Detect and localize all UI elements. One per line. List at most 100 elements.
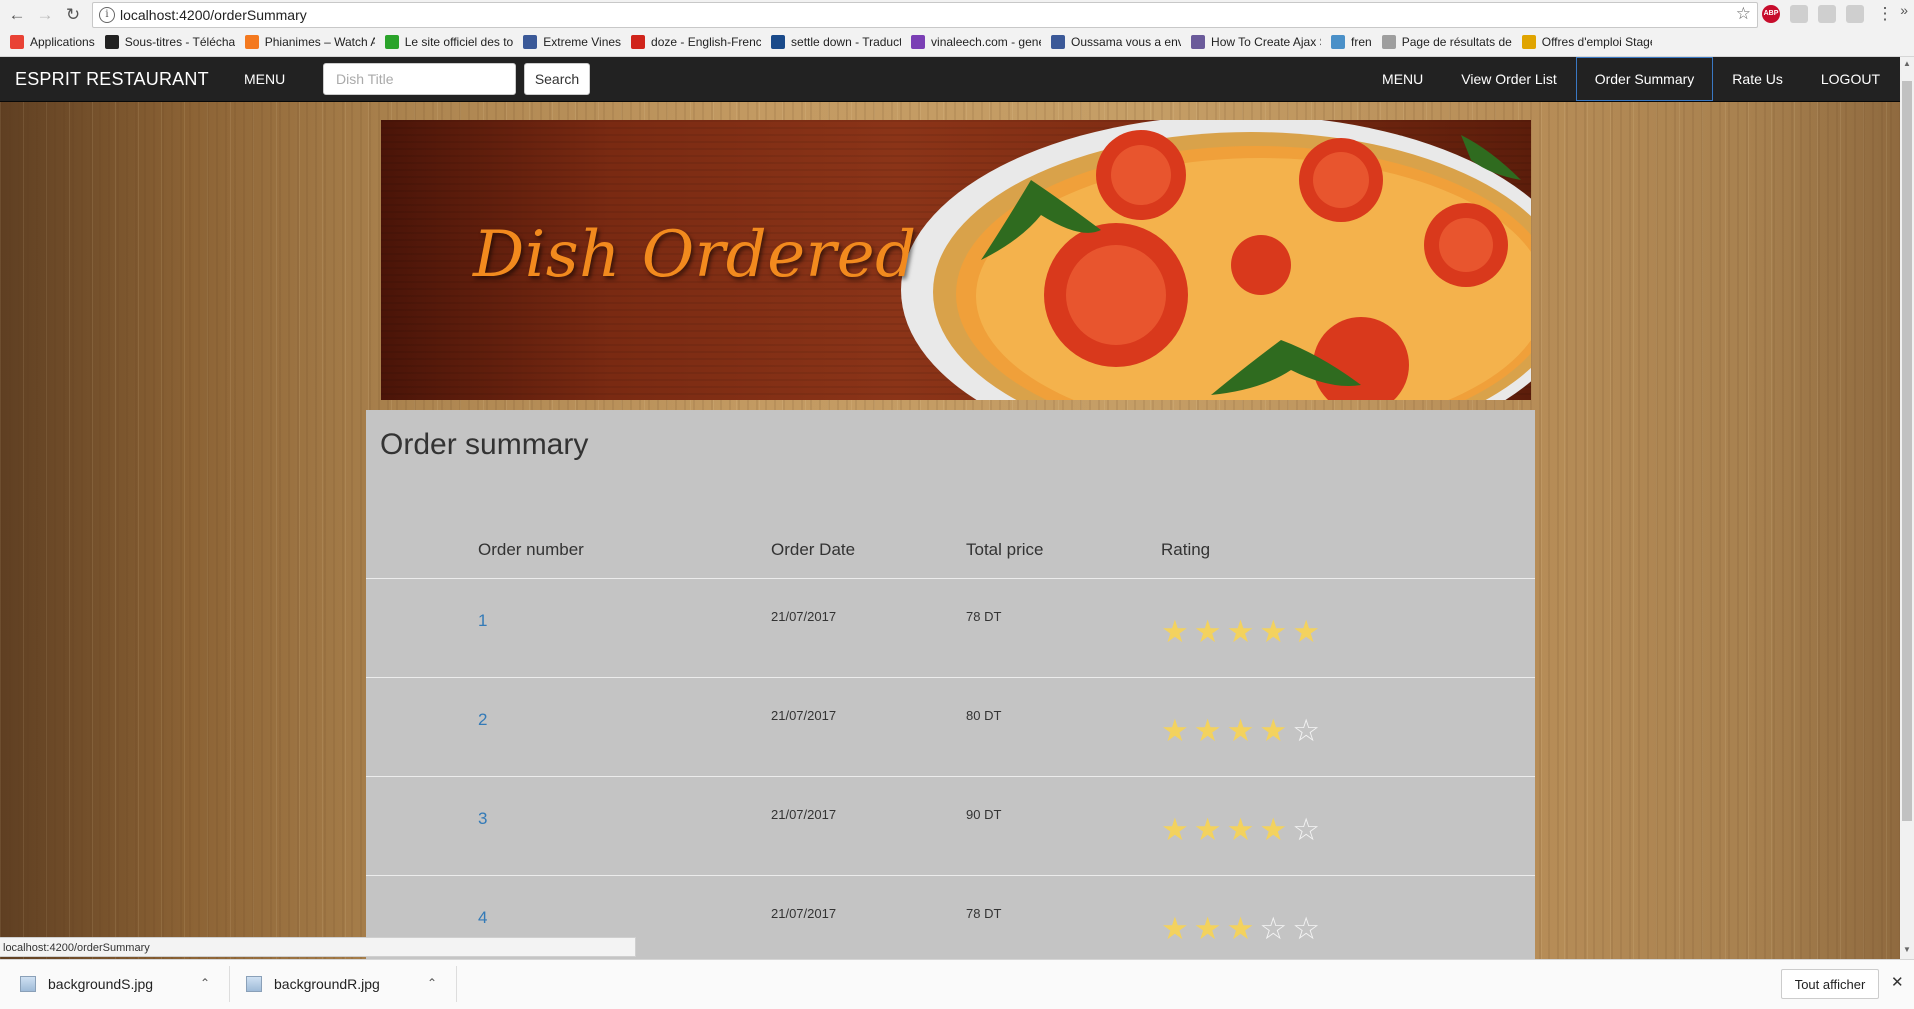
chrome-menu-icon[interactable]: ⋮	[1874, 3, 1896, 25]
bookmark-item[interactable]: Oussama vous a envo	[1051, 35, 1181, 49]
order-number-link[interactable]: 4	[478, 908, 771, 928]
order-number-cell: 3	[478, 776, 771, 876]
star-filled-icon: ★	[1226, 713, 1255, 749]
address-bar-url[interactable]: localhost:4200/orderSummary	[120, 7, 307, 23]
total-price-cell: 78 DT	[966, 578, 1161, 678]
order-number-link[interactable]: 1	[478, 611, 771, 631]
download-filename[interactable]: backgroundS.jpg	[48, 976, 153, 992]
scroll-down-arrow-icon[interactable]: ▼	[1900, 945, 1914, 957]
table-header-row: Order number Order Date Total price Rati…	[366, 540, 1535, 579]
total-price-cell: 90 DT	[966, 776, 1161, 876]
total-price: 80 DT	[966, 708, 1002, 723]
bookmark-item[interactable]: fren	[1331, 35, 1372, 49]
spacer-cell	[366, 540, 478, 579]
star-filled-icon: ★	[1193, 713, 1222, 749]
column-header-total-price: Total price	[966, 540, 1161, 579]
navbar: ESPRIT RESTAURANT MENU Search MENU View …	[0, 57, 1900, 102]
nav-item-menu[interactable]: MENU	[1363, 57, 1442, 101]
bookmark-item[interactable]: Applications	[10, 35, 95, 49]
chevron-up-icon[interactable]: ⌃	[427, 976, 437, 990]
star-filled-icon: ★	[1292, 614, 1320, 650]
info-icon[interactable]: i	[99, 7, 115, 23]
download-extension-icon[interactable]	[1846, 5, 1864, 23]
column-header-rating: Rating	[1161, 540, 1535, 579]
table-row: 3 21/07/2017 90 DT ★ ★ ★ ★ ☆	[366, 776, 1535, 876]
extension-icon[interactable]	[1790, 5, 1808, 23]
order-number-link[interactable]: 2	[478, 710, 771, 730]
bookmark-item[interactable]: Extreme Vines	[523, 35, 621, 49]
chevron-up-icon[interactable]: ⌃	[200, 976, 210, 990]
star-filled-icon: ★	[1226, 614, 1255, 650]
bookmark-item[interactable]: doze - English-French	[631, 35, 761, 49]
favicon-icon	[1521, 35, 1536, 49]
scroll-up-arrow-icon[interactable]: ▲	[1900, 59, 1914, 71]
close-icon[interactable]: ✕	[1891, 973, 1904, 991]
bookmark-item[interactable]: How To Create Ajax S	[1191, 35, 1321, 49]
star-filled-icon: ★	[1161, 713, 1189, 749]
favicon-icon	[244, 35, 259, 49]
adblock-icon[interactable]: ABP	[1762, 5, 1780, 23]
bookmark-item[interactable]: settle down - Traduct	[771, 35, 901, 49]
show-all-downloads-button[interactable]: Tout afficher	[1781, 969, 1879, 999]
orders-table: Order number Order Date Total price Rati…	[366, 540, 1535, 959]
extension-icons: ABP ⋮	[1762, 3, 1896, 25]
reload-icon[interactable]: ↻	[62, 4, 84, 26]
order-date-cell: 21/07/2017	[771, 776, 966, 876]
back-arrow-icon[interactable]: ←	[6, 4, 28, 26]
nav-item-rate-us[interactable]: Rate Us	[1713, 57, 1802, 101]
bookmark-label: Phianimes – Watch A	[264, 35, 375, 49]
bookmark-label: settle down - Traduct	[791, 35, 902, 49]
order-number-cell: 2	[478, 677, 771, 777]
column-header-order-number: Order number	[478, 540, 771, 579]
forward-arrow-icon[interactable]: →	[34, 4, 56, 26]
nav-item-logout[interactable]: LOGOUT	[1802, 57, 1899, 101]
bookmark-label: Extreme Vines	[543, 35, 622, 49]
bookmark-label: How To Create Ajax S	[1211, 35, 1322, 49]
order-date: 21/07/2017	[771, 708, 837, 723]
spacer-cell	[366, 578, 478, 678]
brand-logo[interactable]: ESPRIT RESTAURANT	[15, 57, 209, 101]
bookmark-item[interactable]: Sous-titres - Télécha	[104, 35, 235, 49]
order-number-link[interactable]: 3	[478, 809, 771, 829]
bookmark-item[interactable]: Offres d'emploi Stage	[1521, 35, 1652, 49]
star-empty-icon: ☆	[1292, 911, 1320, 947]
star-empty-icon: ☆	[1292, 812, 1320, 848]
download-filename[interactable]: backgroundR.jpg	[274, 976, 380, 992]
favicon-icon	[523, 35, 538, 49]
bookmark-item[interactable]: Phianimes – Watch A	[244, 35, 375, 49]
search-button[interactable]: Search	[524, 63, 590, 95]
star-filled-icon: ★	[1193, 812, 1222, 848]
page-scrollbar[interactable]: ▲ ▼	[1900, 57, 1914, 959]
star-empty-icon: ☆	[1259, 911, 1288, 947]
total-price: 78 DT	[966, 906, 1002, 921]
rating-cell: ★ ★ ★ ★ ★	[1161, 578, 1535, 678]
star-filled-icon: ★	[1259, 713, 1288, 749]
address-bar[interactable]: i localhost:4200/orderSummary ☆	[92, 2, 1758, 28]
bookmark-item[interactable]: vinaleech.com - gene	[911, 35, 1041, 49]
bookmark-label: Le site officiel des to	[404, 35, 514, 49]
image-file-icon	[246, 976, 262, 992]
download-item[interactable]: backgroundS.jpg	[20, 960, 153, 1008]
favicon-icon	[104, 35, 119, 49]
bookmark-item[interactable]: Le site officiel des to	[384, 35, 514, 49]
menu-link[interactable]: MENU	[244, 57, 285, 101]
total-price: 90 DT	[966, 807, 1002, 822]
dish-search-input[interactable]	[323, 63, 516, 95]
download-item[interactable]: backgroundR.jpg	[246, 960, 380, 1008]
scroll-thumb[interactable]	[1902, 81, 1912, 821]
star-filled-icon: ★	[1226, 812, 1255, 848]
favicon-icon	[911, 35, 926, 49]
order-number-cell: 1	[478, 578, 771, 678]
bookmarks-bar: Applications Sous-titres - Télécha Phianim…	[0, 30, 1914, 54]
download-separator	[456, 966, 457, 1002]
apps-grid-icon	[10, 35, 24, 49]
downloads-bar: backgroundS.jpg ⌃ backgroundR.jpg ⌃ Tout…	[0, 959, 1914, 1009]
bookmark-item[interactable]: Page de résultats de	[1381, 35, 1512, 49]
bookmark-star-icon[interactable]: ☆	[1736, 4, 1751, 24]
bookmarks-overflow-icon[interactable]: »	[1900, 2, 1908, 18]
page-title: Order summary	[380, 428, 589, 461]
star-filled-icon: ★	[1259, 614, 1288, 650]
nav-item-view-order-list[interactable]: View Order List	[1442, 57, 1575, 101]
nav-item-order-summary[interactable]: Order Summary	[1575, 57, 1714, 101]
extension-icon[interactable]	[1818, 5, 1836, 23]
